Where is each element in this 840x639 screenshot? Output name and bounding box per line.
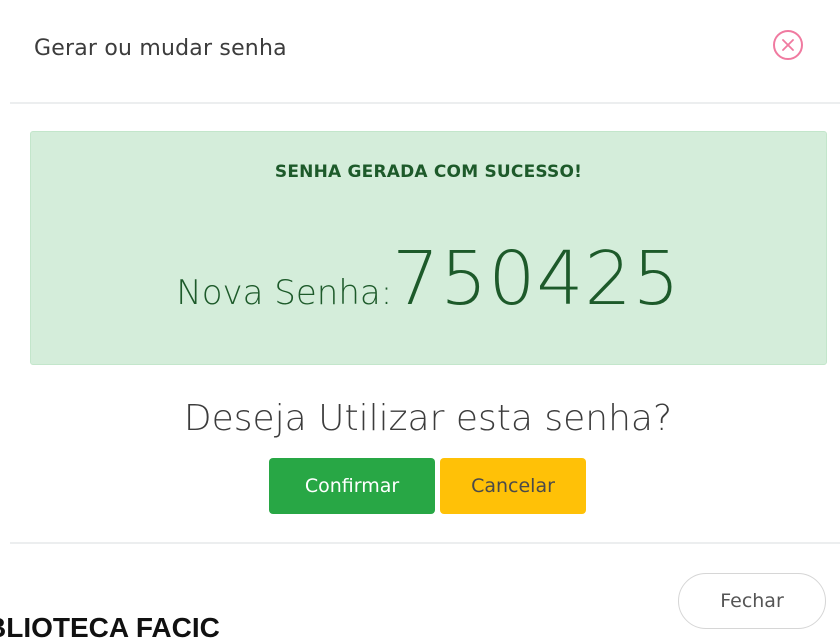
- close-icon[interactable]: [773, 30, 803, 60]
- alert-heading: SENHA GERADA COM SUCESSO!: [274, 162, 583, 182]
- password-label: Nova Senha:: [176, 273, 393, 313]
- confirm-button[interactable]: Confirmar: [269, 458, 435, 514]
- close-button[interactable]: Fechar: [678, 573, 826, 629]
- background-page-heading: BLIOTECA FACIC: [0, 612, 220, 639]
- page: Gerar ou mudar senha SENHA GERADA COM SU…: [0, 0, 840, 639]
- password-modal: Gerar ou mudar senha SENHA GERADA COM SU…: [0, 0, 840, 639]
- modal-footer: [10, 542, 840, 544]
- success-alert: SENHA GERADA COM SUCESSO! Nova Senha:750…: [30, 131, 827, 365]
- close-x-glyph: [782, 39, 794, 51]
- confirm-question: Deseja Utilizar esta senha?: [183, 398, 673, 439]
- modal-header: Gerar ou mudar senha: [10, 0, 840, 104]
- cancel-button[interactable]: Cancelar: [440, 458, 586, 514]
- password-line: Nova Senha:750425: [31, 236, 826, 322]
- modal-title: Gerar ou mudar senha: [34, 36, 287, 61]
- password-value: 750425: [392, 236, 681, 322]
